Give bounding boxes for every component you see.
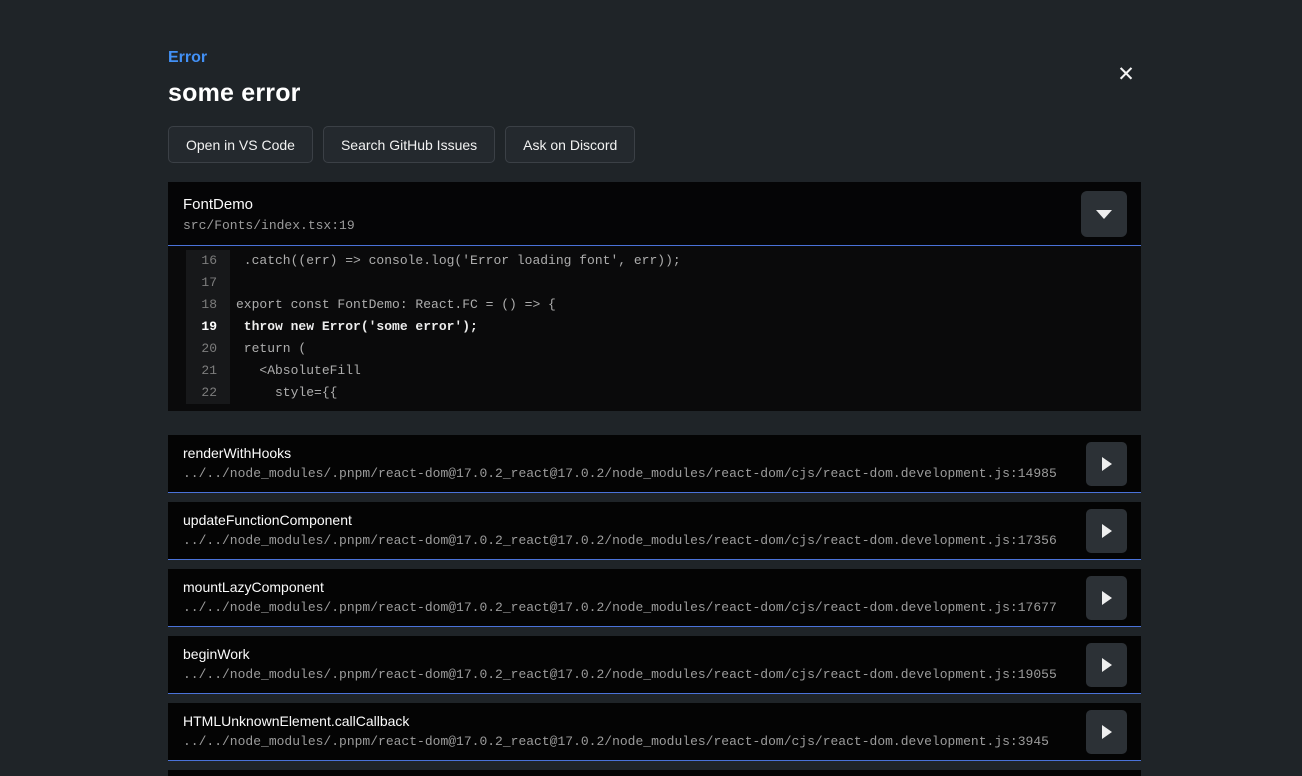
open-frame-button[interactable] <box>1086 643 1127 687</box>
play-icon <box>1102 457 1112 471</box>
stack-frame-path: ../../node_modules/.pnpm/react-dom@17.0.… <box>183 466 1071 481</box>
play-icon <box>1102 725 1112 739</box>
stack-frame: beginWork ../../node_modules/.pnpm/react… <box>168 636 1141 694</box>
code-block: 16 .catch((err) => console.log('Error lo… <box>168 246 1141 411</box>
stack-frame-title: updateFunctionComponent <box>183 512 1071 529</box>
stack-frame: updateFunctionComponent ../../node_modul… <box>168 502 1141 560</box>
stack-frame: mountLazyComponent ../../node_modules/.p… <box>168 569 1141 627</box>
error-overlay: ✕ Error some error Open in VS Code Searc… <box>0 0 1302 776</box>
open-frame-button[interactable] <box>1086 442 1127 486</box>
search-github-issues-button[interactable]: Search GitHub Issues <box>323 126 495 163</box>
line-number: 18 <box>186 294 230 316</box>
line-code: throw new Error('some error'); <box>230 316 478 338</box>
code-line: 22 style={{ <box>186 382 1141 404</box>
component-name: FontDemo <box>183 196 1126 214</box>
code-line: 16 .catch((err) => console.log('Error lo… <box>186 250 1141 272</box>
error-type-label: Error <box>168 0 1141 67</box>
code-frame-panel: FontDemo src/Fonts/index.tsx:19 16 .catc… <box>168 182 1141 411</box>
stack-frame <box>168 770 1141 776</box>
open-frame-button[interactable] <box>1086 576 1127 620</box>
line-number: 21 <box>186 360 230 382</box>
stack-frame-title: beginWork <box>183 646 1071 663</box>
open-frame-button[interactable] <box>1086 710 1127 754</box>
error-message: some error <box>168 79 1141 108</box>
source-location: src/Fonts/index.tsx:19 <box>183 218 1126 233</box>
stack-frame: renderWithHooks ../../node_modules/.pnpm… <box>168 435 1141 493</box>
line-code: return ( <box>230 338 306 360</box>
action-buttons: Open in VS Code Search GitHub Issues Ask… <box>168 126 1141 163</box>
stack-frame-title: renderWithHooks <box>183 445 1071 462</box>
line-code: style={{ <box>230 382 337 404</box>
stack-frame-path: ../../node_modules/.pnpm/react-dom@17.0.… <box>183 667 1071 682</box>
chevron-down-icon <box>1096 210 1112 219</box>
error-content: Error some error Open in VS Code Search … <box>168 0 1141 776</box>
code-line: 21 <AbsoluteFill <box>186 360 1141 382</box>
code-line: 20 return ( <box>186 338 1141 360</box>
play-icon <box>1102 591 1112 605</box>
line-code: .catch((err) => console.log('Error loadi… <box>230 250 681 272</box>
play-icon <box>1102 524 1112 538</box>
code-line: 17 <box>186 272 1141 294</box>
line-number: 22 <box>186 382 230 404</box>
ask-on-discord-button[interactable]: Ask on Discord <box>505 126 635 163</box>
open-frame-button[interactable] <box>1086 509 1127 553</box>
line-code <box>230 272 236 294</box>
collapse-button[interactable] <box>1081 191 1127 237</box>
stack-frame-title: HTMLUnknownElement.callCallback <box>183 713 1071 730</box>
stack-frame-path: ../../node_modules/.pnpm/react-dom@17.0.… <box>183 600 1071 615</box>
line-number: 16 <box>186 250 230 272</box>
stack-trace: renderWithHooks ../../node_modules/.pnpm… <box>168 435 1141 776</box>
code-line: 18 export const FontDemo: React.FC = () … <box>186 294 1141 316</box>
line-code: export const FontDemo: React.FC = () => … <box>230 294 556 316</box>
stack-frame-path: ../../node_modules/.pnpm/react-dom@17.0.… <box>183 734 1071 749</box>
stack-frame: HTMLUnknownElement.callCallback ../../no… <box>168 703 1141 761</box>
stack-frame-path: ../../node_modules/.pnpm/react-dom@17.0.… <box>183 533 1071 548</box>
code-line: 19 throw new Error('some error'); <box>186 316 1141 338</box>
line-number: 17 <box>186 272 230 294</box>
line-number: 19 <box>186 316 230 338</box>
open-in-vscode-button[interactable]: Open in VS Code <box>168 126 313 163</box>
line-code: <AbsoluteFill <box>230 360 361 382</box>
line-number: 20 <box>186 338 230 360</box>
code-frame-header: FontDemo src/Fonts/index.tsx:19 <box>168 182 1141 246</box>
play-icon <box>1102 658 1112 672</box>
stack-frame-title: mountLazyComponent <box>183 579 1071 596</box>
